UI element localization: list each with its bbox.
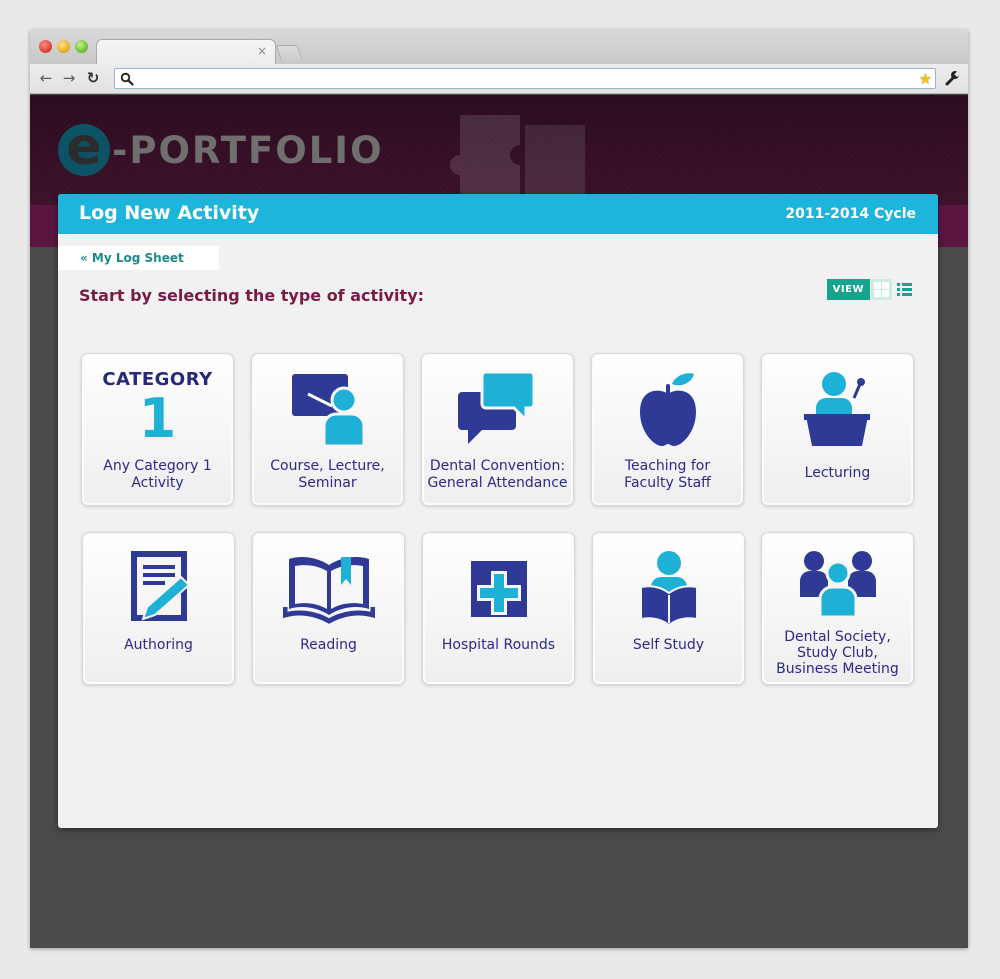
- address-bar[interactable]: ★: [114, 68, 936, 89]
- view-toggle: VIEW: [826, 279, 914, 300]
- browser-toolbar: ← → ↻ ★: [30, 64, 968, 94]
- activity-card-teaching-faculty[interactable]: Teaching for Faculty Staff: [591, 353, 744, 506]
- document-pencil-icon: [130, 551, 190, 621]
- person-reading-icon: [639, 551, 698, 627]
- browser-titlebar: ×: [30, 30, 968, 65]
- logo-text: -PORTFOLIO: [112, 128, 384, 172]
- maximize-window-button[interactable]: [75, 40, 88, 53]
- activity-card-self-study[interactable]: Self Study: [592, 532, 745, 685]
- minimize-window-button[interactable]: [57, 40, 70, 53]
- medical-cross-icon: [470, 561, 527, 617]
- address-input[interactable]: [137, 70, 907, 87]
- podium-icon: [803, 372, 870, 446]
- view-label: VIEW: [826, 279, 870, 300]
- activity-card-hospital-rounds[interactable]: Hospital Rounds: [422, 532, 575, 685]
- activity-card-dental-society[interactable]: Dental Society, Study Club, Business Mee…: [761, 532, 914, 685]
- browser-window: × ← → ↻ ★ e -PORTFOLIO Log New Activity …: [30, 30, 968, 948]
- activity-card-reading[interactable]: Reading: [252, 532, 405, 685]
- reload-icon[interactable]: ↻: [83, 68, 103, 88]
- activity-card-dental-convention[interactable]: Dental Convention: General Attendance: [421, 353, 574, 506]
- search-icon: [120, 72, 134, 86]
- activity-prompt: Start by selecting the type of activity:: [79, 286, 425, 305]
- eportfolio-logo: e -PORTFOLIO: [58, 123, 384, 177]
- activity-label: Reading: [300, 637, 357, 653]
- browser-tab[interactable]: ×: [96, 39, 276, 65]
- wrench-icon[interactable]: [944, 70, 960, 86]
- logo-e-badge: e: [58, 124, 110, 176]
- activity-label: Hospital Rounds: [441, 637, 556, 653]
- log-activity-panel: Log New Activity 2011-2014 Cycle « My Lo…: [58, 194, 938, 828]
- group-icon: [799, 551, 876, 619]
- tab-close-icon[interactable]: ×: [257, 44, 267, 58]
- activity-label: Teaching for Faculty Staff: [624, 458, 711, 491]
- forward-arrow-icon[interactable]: →: [59, 68, 79, 88]
- activity-label: Authoring: [124, 637, 193, 653]
- cycle-label: 2011-2014 Cycle: [785, 206, 916, 222]
- activity-card-lecturing[interactable]: Lecturing: [761, 353, 914, 506]
- new-tab-button[interactable]: [275, 45, 303, 59]
- category-1-icon: 1: [138, 387, 177, 450]
- list-view-icon[interactable]: [894, 279, 914, 300]
- apple-icon: [639, 373, 696, 446]
- activity-label: Self Study: [632, 637, 705, 653]
- close-window-button[interactable]: [39, 40, 52, 53]
- activity-label: Lecturing: [804, 465, 871, 481]
- bookmark-star-icon[interactable]: ★: [919, 70, 932, 88]
- grid-view-icon[interactable]: [871, 279, 892, 300]
- panel-header: Log New Activity 2011-2014 Cycle: [58, 194, 938, 234]
- activity-card-authoring[interactable]: Authoring: [82, 532, 235, 685]
- activity-label: Dental Convention: General Attendance: [427, 458, 568, 491]
- activity-label: Course, Lecture, Seminar: [270, 458, 385, 491]
- my-log-sheet-link[interactable]: « My Log Sheet: [58, 246, 219, 270]
- speech-bubbles-icon: [457, 370, 535, 444]
- activity-label: Dental Society, Study Club, Business Mee…: [776, 629, 899, 677]
- activity-card-course-lecture-seminar[interactable]: Course, Lecture, Seminar: [251, 353, 404, 506]
- page-title: Log New Activity: [79, 202, 260, 224]
- page-content: e -PORTFOLIO Log New Activity 2011-2014 …: [30, 95, 968, 948]
- back-arrow-icon[interactable]: ←: [36, 68, 56, 88]
- activity-card-category-1[interactable]: CATEGORY 1 Any Category 1 Activity: [81, 353, 234, 506]
- open-book-icon: [282, 557, 375, 624]
- presenter-board-icon: [291, 374, 365, 448]
- activity-label: Any Category 1 Activity: [103, 458, 212, 491]
